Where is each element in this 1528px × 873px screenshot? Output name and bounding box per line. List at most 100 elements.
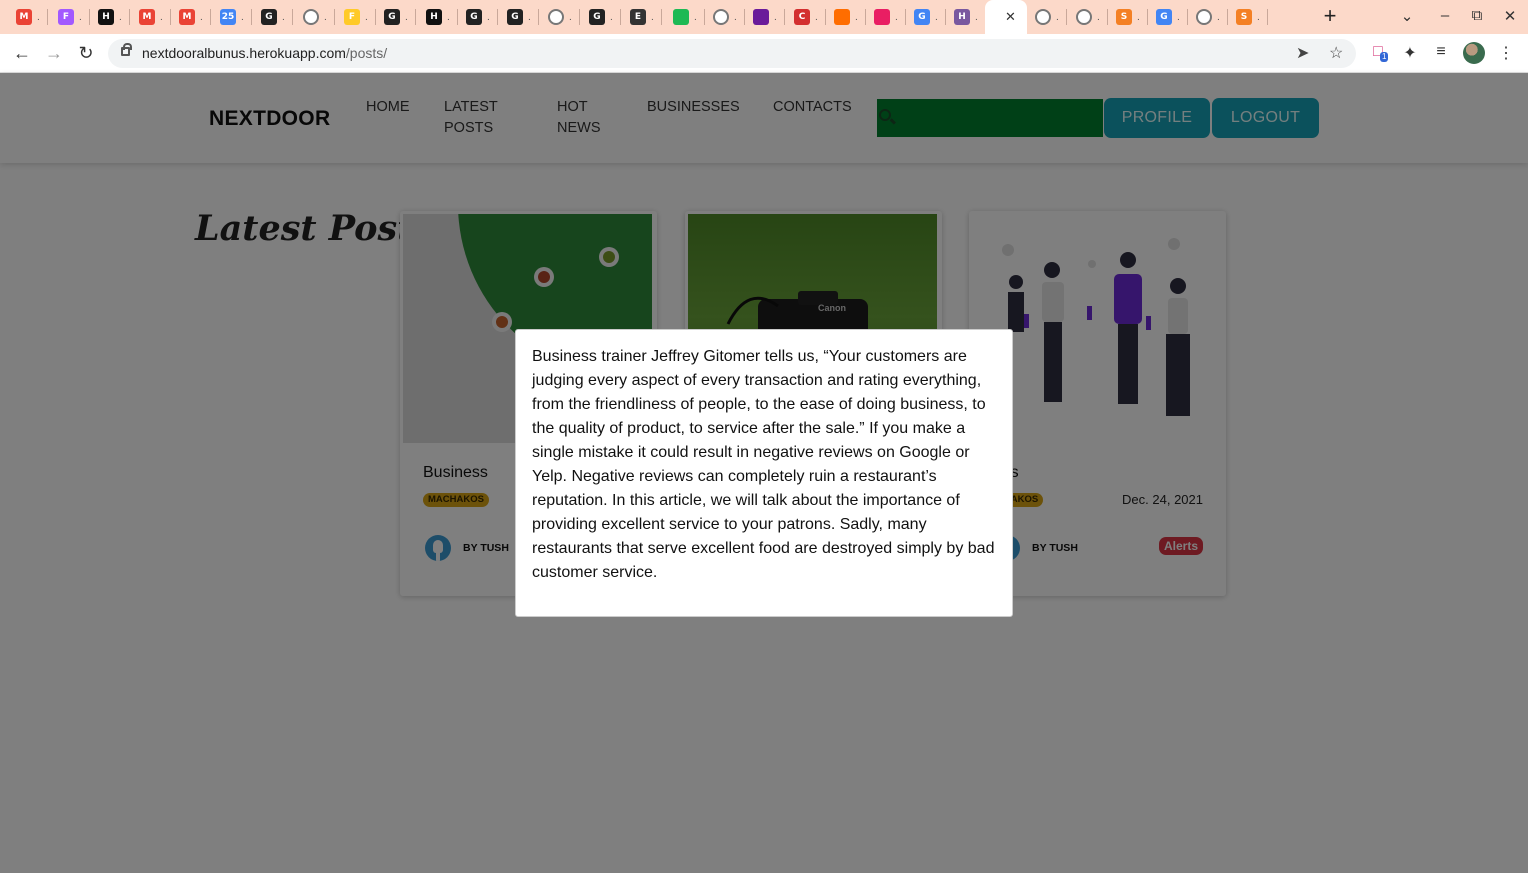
browser-tab[interactable]: . — [1188, 0, 1228, 34]
browser-tab[interactable]: M. — [171, 0, 211, 34]
figma-icon: F — [58, 9, 74, 25]
menu-kebab-icon[interactable]: ⋮ — [1496, 43, 1516, 63]
profile-avatar[interactable] — [1463, 42, 1485, 64]
browser-tab[interactable]: F. — [50, 0, 90, 34]
tab-title-truncated: . — [37, 11, 40, 23]
tab-title-truncated: . — [1137, 11, 1140, 23]
github-icon: G — [466, 9, 482, 25]
tab-title-truncated: . — [1097, 11, 1100, 23]
browser-tab[interactable]: G. — [1148, 0, 1188, 34]
browser-tab[interactable]: G. — [906, 0, 946, 34]
globe-icon — [548, 9, 564, 25]
github-icon: G — [261, 9, 277, 25]
gmail-icon: M — [16, 9, 32, 25]
browser-tab[interactable]: 25. — [212, 0, 252, 34]
tab-title-truncated: . — [200, 11, 203, 23]
bookmark-star-icon[interactable]: ☆ — [1329, 43, 1343, 63]
google-icon: G — [1156, 9, 1172, 25]
browser-tab[interactable]: S. — [1108, 0, 1148, 34]
app-icon — [874, 9, 890, 25]
browser-tab[interactable]: H. — [946, 0, 986, 34]
browser-tab[interactable]: H. — [90, 0, 130, 34]
browser-tab[interactable]: F. — [336, 0, 376, 34]
browser-tab[interactable]: S. — [1228, 0, 1268, 34]
page: NEXTDOOR HOME LATEST POSTS HOT NEWS BUSI… — [0, 73, 1528, 873]
restore-button[interactable]: ⧉ — [1467, 7, 1487, 24]
browser-tab[interactable]: G. — [581, 0, 621, 34]
tab-search-chevron-icon[interactable]: ⌄ — [1397, 7, 1417, 25]
gmail-icon: M — [139, 9, 155, 25]
tab-title-truncated: . — [651, 11, 654, 23]
browser-tab[interactable]: G. — [458, 0, 498, 34]
stackoverflow-icon: S — [1236, 9, 1252, 25]
back-button[interactable]: ← — [10, 42, 34, 66]
lock-icon[interactable] — [121, 43, 132, 56]
globe-icon — [713, 9, 729, 25]
browser-tab[interactable]: . — [826, 0, 866, 34]
tab-title-truncated: . — [160, 11, 163, 23]
browser-tab[interactable]: . — [295, 0, 335, 34]
app-icon — [753, 9, 769, 25]
browser-tab[interactable]: . — [1027, 0, 1067, 34]
globe-icon — [1035, 9, 1051, 25]
browser-tab-active[interactable]: ✕ — [985, 0, 1027, 34]
browser-tab[interactable]: . — [705, 0, 745, 34]
browser-tab[interactable]: C. — [786, 0, 826, 34]
url-text[interactable]: nextdooralbunus.herokuapp.com/posts/ — [142, 45, 387, 61]
browser-tab[interactable]: G. — [376, 0, 416, 34]
gmail-icon: M — [179, 9, 195, 25]
tab-title-truncated: . — [1257, 11, 1260, 23]
close-window-button[interactable]: ✕ — [1500, 7, 1520, 25]
tab-title-truncated: . — [1177, 11, 1180, 23]
tab-title-truncated: . — [241, 11, 244, 23]
tab-title-truncated: . — [975, 11, 978, 23]
tab-title-truncated: . — [694, 11, 697, 23]
forward-button[interactable]: → — [42, 42, 66, 66]
github-icon: G — [384, 9, 400, 25]
browser-tab[interactable]: . — [745, 0, 785, 34]
github-icon: G — [507, 9, 523, 25]
tab-title-truncated: . — [1056, 11, 1059, 23]
send-tab-icon[interactable]: ➤ — [1296, 43, 1309, 63]
tab-title-truncated: . — [487, 11, 490, 23]
browser-tab[interactable]: M. — [131, 0, 171, 34]
tab-title-truncated: . — [935, 11, 938, 23]
browser-tab[interactable]: H. — [418, 0, 458, 34]
app-icon — [673, 9, 689, 25]
tab-title-truncated: . — [815, 11, 818, 23]
tab-title-truncated: . — [855, 11, 858, 23]
globe-icon — [303, 9, 319, 25]
tab-title-truncated: . — [447, 11, 450, 23]
tab-title-truncated: . — [734, 11, 737, 23]
extension-icon[interactable]: □ 1 — [1368, 43, 1389, 62]
tab-title-truncated: . — [774, 11, 777, 23]
tab-title-truncated: . — [895, 11, 898, 23]
tab-title-truncated: . — [1217, 11, 1220, 23]
puzzle-extensions-icon[interactable]: ✦ — [1400, 43, 1420, 63]
browser-tab[interactable]: . — [540, 0, 580, 34]
tab-title-truncated: . — [119, 11, 122, 23]
address-bar[interactable]: nextdooralbunus.herokuapp.com/posts/ ➤ ☆ — [108, 39, 1356, 68]
close-tab-icon[interactable]: ✕ — [1005, 9, 1016, 25]
tab-title-truncated: . — [365, 11, 368, 23]
hackernews-icon: H — [98, 9, 114, 25]
new-tab-button[interactable]: + — [1319, 5, 1341, 28]
browser-tab[interactable]: G. — [499, 0, 539, 34]
browser-tab[interactable]: . — [1068, 0, 1108, 34]
reload-button[interactable]: ↻ — [74, 42, 98, 66]
media-queue-icon[interactable]: ≡ — [1431, 43, 1451, 61]
browser-tab[interactable]: G. — [253, 0, 293, 34]
browser-tab[interactable]: . — [665, 0, 705, 34]
tab-title-truncated: . — [79, 11, 82, 23]
tab-strip: + ⌄ – ⧉ ✕ M. F. H. M. M. 25. G.. F. G. H. G. G.. G. E… — [0, 0, 1528, 34]
browser-tab[interactable]: . — [866, 0, 906, 34]
github-icon: G — [589, 9, 605, 25]
heroku-icon: H — [954, 9, 970, 25]
app-icon — [834, 9, 850, 25]
extension-badge: 1 — [1380, 52, 1389, 62]
minimize-button[interactable]: – — [1435, 7, 1455, 24]
post-preview-modal: Business trainer Jeffrey Gitomer tells u… — [515, 329, 1013, 617]
browser-tab[interactable]: M. — [8, 0, 48, 34]
audio-icon: E — [630, 9, 646, 25]
browser-tab[interactable]: E. — [622, 0, 662, 34]
